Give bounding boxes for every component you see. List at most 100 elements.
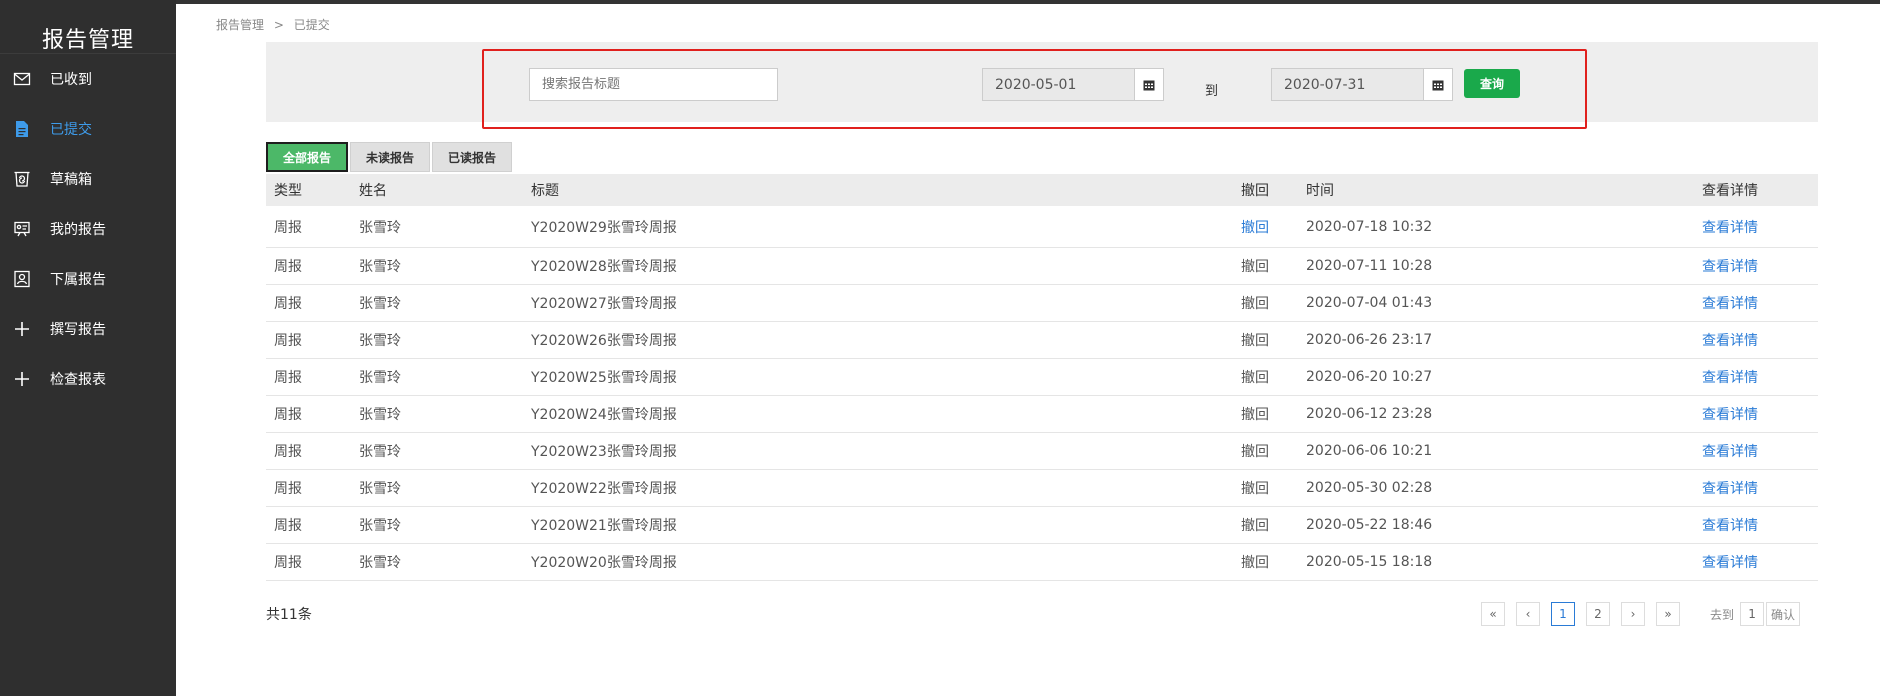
table-body: 周报 张雪玲 Y2020W29张雪玲周报 撤回 2020-07-18 10:32 查看详情… [266,206,1818,581]
table-row: 周报 张雪玲 Y2020W27张雪玲周报 撤回 2020-07-04 01:43 查看详情 [266,285,1818,322]
view-detail-link[interactable]: 查看详情 [1702,293,1758,313]
cell-title: Y2020W22张雪玲周报 [531,481,677,497]
recall-button[interactable]: 撤回 [1241,515,1269,535]
sidebar-item-submitted[interactable]: 已提交 [0,104,176,154]
tab-all-reports[interactable]: 全部报告 [266,142,349,172]
report-tabs: 全部报告 未读报告 已读报告 [266,142,514,172]
view-detail-link[interactable]: 查看详情 [1702,256,1758,276]
view-detail-link[interactable]: 查看详情 [1702,330,1758,350]
table-row: 周报 张雪玲 Y2020W21张雪玲周报 撤回 2020-05-22 18:46 查看详情 [266,507,1818,544]
cell-time: 2020-06-20 10:27 [1306,369,1433,385]
page-button-2[interactable]: 2 [1586,602,1610,626]
sidebar-item-label: 已提交 [50,122,92,138]
breadcrumb-root[interactable]: 报告管理 [216,18,264,32]
app-title: 报告管理 [0,0,176,54]
recall-button[interactable]: 撤回 [1241,217,1269,237]
cell-type: 周报 [274,518,302,534]
header-detail: 查看详情 [1702,183,1758,199]
recall-button[interactable]: 撤回 [1241,293,1269,313]
goto-confirm-button[interactable]: 确认 [1766,602,1801,626]
breadcrumb: 报告管理 > 已提交 [216,16,336,33]
cell-name: 张雪玲 [359,296,401,312]
end-date-calendar-button[interactable] [1423,68,1453,101]
contact-card-icon [12,269,32,289]
breadcrumb-current: 已提交 [293,18,330,32]
total-count: 共11条 [266,607,312,623]
header-title: 标题 [531,183,559,199]
cell-type: 周报 [274,259,302,275]
last-page-button[interactable]: » [1656,602,1680,626]
goto-page-input[interactable] [1740,602,1765,626]
calendar-icon [1432,80,1444,90]
cell-title: Y2020W21张雪玲周报 [531,518,677,534]
plus-icon [12,319,32,339]
view-detail-link[interactable]: 查看详情 [1702,367,1758,387]
search-input[interactable] [529,68,778,101]
sidebar-item-label: 下属报告 [50,272,106,288]
reports-table: 类型 姓名 标题 撤回 时间 查看详情 周报 张雪玲 Y2020W29张雪玲周报 撤回… [266,174,1818,581]
cell-type: 周报 [274,370,302,386]
recall-button[interactable]: 撤回 [1241,552,1269,572]
cell-time: 2020-07-11 10:28 [1306,258,1433,274]
table-row: 周报 张雪玲 Y2020W23张雪玲周报 撤回 2020-06-06 10:21 查看详情 [266,433,1818,470]
breadcrumb-separator: > [273,18,284,32]
recall-button[interactable]: 撤回 [1241,441,1269,461]
sidebar-item-my-reports[interactable]: 我的报告 [0,204,176,254]
view-detail-link[interactable]: 查看详情 [1702,217,1758,237]
draft-box-icon [12,169,32,189]
mail-icon [12,69,32,89]
recall-button[interactable]: 撤回 [1241,330,1269,350]
table-row: 周报 张雪玲 Y2020W22张雪玲周报 撤回 2020-05-30 02:28 查看详情 [266,470,1818,507]
start-date-value: 2020-05-01 [995,76,1077,93]
cell-time: 2020-05-30 02:28 [1306,480,1433,496]
query-button[interactable]: 查询 [1464,69,1520,98]
pagination: « ‹ 1 2 › » 去到 确认 [1481,602,1801,626]
cell-name: 张雪玲 [359,370,401,386]
sidebar-item-label: 我的报告 [50,222,106,238]
next-page-button[interactable]: › [1621,602,1645,626]
table-row: 周报 张雪玲 Y2020W24张雪玲周报 撤回 2020-06-12 23:28 查看详情 [266,396,1818,433]
header-name: 姓名 [359,183,387,199]
sidebar-item-write-report[interactable]: 撰写报告 [0,304,176,354]
sidebar-item-received[interactable]: 已收到 [0,54,176,104]
page-button-1[interactable]: 1 [1551,602,1575,626]
cell-name: 张雪玲 [359,407,401,423]
prev-page-button[interactable]: ‹ [1516,602,1540,626]
recall-button[interactable]: 撤回 [1241,256,1269,276]
cell-name: 张雪玲 [359,555,401,571]
first-page-button[interactable]: « [1481,602,1505,626]
view-detail-link[interactable]: 查看详情 [1702,478,1758,498]
calendar-icon [1143,80,1155,90]
table-row: 周报 张雪玲 Y2020W28张雪玲周报 撤回 2020-07-11 10:28 查看详情 [266,248,1818,285]
cell-type: 周报 [274,444,302,460]
cell-name: 张雪玲 [359,481,401,497]
cell-type: 周报 [274,555,302,571]
view-detail-link[interactable]: 查看详情 [1702,515,1758,535]
cell-type: 周报 [274,481,302,497]
end-date-input[interactable]: 2020-07-31 [1271,68,1425,101]
sidebar-item-subordinate-reports[interactable]: 下属报告 [0,254,176,304]
tab-read-reports[interactable]: 已读报告 [432,142,513,172]
document-icon [12,119,32,139]
table-row: 周报 张雪玲 Y2020W20张雪玲周报 撤回 2020-05-15 18:18 查看详情 [266,544,1818,581]
cell-title: Y2020W23张雪玲周报 [531,444,677,460]
cell-name: 张雪玲 [359,518,401,534]
recall-button[interactable]: 撤回 [1241,404,1269,424]
start-date-input[interactable]: 2020-05-01 [982,68,1136,101]
cell-title: Y2020W28张雪玲周报 [531,259,677,275]
cell-title: Y2020W27张雪玲周报 [531,296,677,312]
start-date-calendar-button[interactable] [1134,68,1164,101]
cell-title: Y2020W29张雪玲周报 [531,219,677,236]
cell-title: Y2020W25张雪玲周报 [531,370,677,386]
view-detail-link[interactable]: 查看详情 [1702,441,1758,461]
view-detail-link[interactable]: 查看详情 [1702,404,1758,424]
recall-button[interactable]: 撤回 [1241,478,1269,498]
sidebar-item-check-reports[interactable]: 检查报表 [0,354,176,404]
tab-unread-reports[interactable]: 未读报告 [350,142,431,172]
cell-title: Y2020W20张雪玲周报 [531,555,677,571]
sidebar-item-label: 撰写报告 [50,322,106,338]
view-detail-link[interactable]: 查看详情 [1702,552,1758,572]
table-row: 周报 张雪玲 Y2020W26张雪玲周报 撤回 2020-06-26 23:17 查看详情 [266,322,1818,359]
recall-button[interactable]: 撤回 [1241,367,1269,387]
sidebar-item-drafts[interactable]: 草稿箱 [0,154,176,204]
